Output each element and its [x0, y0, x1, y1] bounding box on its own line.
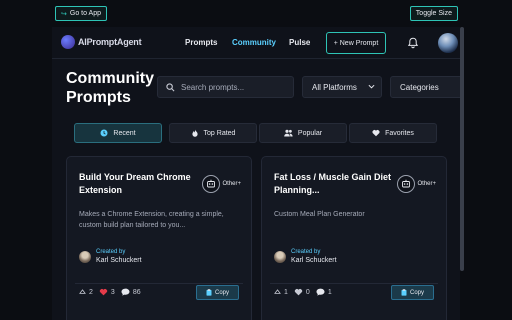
fire-icon: [191, 129, 199, 137]
arrow-up-icon: [79, 288, 86, 294]
logo-text: AIPromptAgent: [78, 37, 142, 47]
tab-favorites-label: Favorites: [385, 129, 414, 137]
clipboard-icon: [206, 289, 212, 296]
toggle-size-label: Toggle Size: [415, 10, 452, 17]
logo-mark-icon: [61, 35, 75, 49]
external-link-icon: ↪: [61, 10, 67, 18]
scrollbar[interactable]: [460, 27, 464, 271]
copy-label: Copy: [214, 289, 229, 296]
card-divider: [270, 283, 438, 284]
copy-button[interactable]: Copy: [391, 285, 434, 300]
robot-icon: [202, 175, 221, 193]
author-avatar: [274, 251, 286, 263]
card-author[interactable]: Created by Karl Schuckert: [274, 248, 337, 266]
categories-select[interactable]: Categories: [390, 76, 460, 98]
tab-recent-label: Recent: [113, 129, 136, 137]
author-name[interactable]: Karl Schuckert: [96, 256, 142, 266]
upvote-stat[interactable]: 2: [79, 289, 93, 296]
card-divider: [75, 283, 243, 284]
card-author[interactable]: Created by Karl Schuckert: [79, 248, 142, 266]
logo[interactable]: AIPromptAgent: [61, 35, 142, 49]
clipboard-icon: [401, 289, 407, 296]
comment-icon: [316, 288, 325, 296]
upvote-count: 1: [284, 288, 288, 296]
upvote-count: 2: [89, 288, 93, 296]
go-to-app-label: Go to App: [69, 10, 102, 17]
tab-top-rated-label: Top Rated: [203, 129, 236, 137]
platform-label: Other+: [222, 181, 241, 187]
copy-label: Copy: [409, 289, 424, 296]
go-to-app-button[interactable]: ↪ Go to App: [55, 6, 108, 21]
upvote-stat[interactable]: 1: [274, 289, 288, 296]
created-by-label: Created by: [96, 249, 126, 255]
tab-favorites[interactable]: Favorites: [349, 123, 437, 143]
copy-button[interactable]: Copy: [196, 285, 239, 300]
card-title[interactable]: Fat Loss / Muscle Gain Diet Planning...: [274, 171, 392, 197]
toggle-size-button[interactable]: Toggle Size: [409, 6, 458, 21]
tab-recent[interactable]: Recent: [74, 123, 162, 143]
navbar: AIPromptAgent Prompts Community Pulse + …: [52, 27, 460, 59]
tab-popular[interactable]: Popular: [259, 123, 347, 143]
page-title: Community Prompts: [66, 70, 154, 106]
search-icon: [166, 82, 175, 91]
prompt-card[interactable]: Fat Loss / Muscle Gain Diet Planning... …: [261, 156, 447, 320]
card-description: Makes a Chrome Extension, creating a sim…: [79, 211, 224, 229]
comment-count: 1: [327, 288, 332, 296]
arrow-up-icon: [274, 288, 281, 294]
nav-link-pulse[interactable]: Pulse: [289, 38, 310, 47]
like-count: 3: [110, 288, 115, 296]
card-description: Custom Meal Plan Generator: [274, 211, 365, 218]
like-stat[interactable]: 3: [99, 288, 115, 296]
chevron-down-icon: [368, 84, 375, 89]
platform-select[interactable]: All Platforms: [302, 76, 382, 98]
platform-badge: Other+: [397, 175, 436, 193]
user-avatar[interactable]: [438, 33, 458, 53]
prompt-card[interactable]: Build Your Dream Chrome Extension Other+…: [66, 156, 252, 320]
tab-top-rated[interactable]: Top Rated: [169, 123, 257, 143]
author-name[interactable]: Karl Schuckert: [291, 256, 337, 266]
heart-icon: [294, 289, 303, 296]
search-box[interactable]: [157, 76, 294, 98]
tab-popular-label: Popular: [297, 129, 323, 137]
heart-filled-icon: [99, 289, 108, 296]
search-input[interactable]: [181, 82, 281, 92]
comment-count: 86: [132, 288, 141, 296]
categories-select-value: Categories: [400, 82, 439, 92]
platform-label: Other+: [417, 181, 436, 187]
comment-stat[interactable]: 86: [121, 288, 141, 296]
heart-icon: [372, 129, 380, 137]
comment-stat[interactable]: 1: [316, 288, 332, 296]
like-count: 0: [305, 288, 310, 296]
created-by-label: Created by: [291, 249, 321, 255]
new-prompt-button[interactable]: + New Prompt: [326, 32, 386, 54]
users-icon: [284, 129, 293, 137]
window-toolbar: ↪ Go to App Toggle Size: [0, 0, 512, 26]
card-stats: 2 3 86: [79, 288, 147, 296]
platform-badge: Other+: [202, 175, 241, 193]
like-stat[interactable]: 0: [294, 288, 310, 296]
card-title[interactable]: Build Your Dream Chrome Extension: [79, 171, 197, 197]
nav-link-community[interactable]: Community: [232, 38, 276, 47]
robot-icon: [397, 175, 416, 193]
app-viewport: AIPromptAgent Prompts Community Pulse + …: [52, 27, 460, 320]
clock-icon: [100, 129, 108, 137]
card-stats: 1 0 1: [274, 288, 338, 296]
platform-select-value: All Platforms: [312, 82, 357, 92]
comment-icon: [121, 288, 130, 296]
author-avatar: [79, 251, 91, 263]
nav-link-prompts[interactable]: Prompts: [185, 38, 217, 47]
bell-icon[interactable]: [407, 37, 419, 49]
